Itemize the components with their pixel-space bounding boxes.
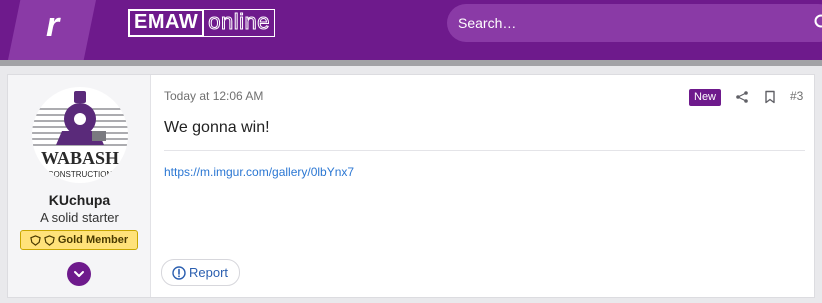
shield-icon — [44, 234, 55, 246]
avatar[interactable]: WABASH CONSTRUCTION — [32, 87, 128, 183]
avatar-image: WABASH CONSTRUCTION — [32, 91, 128, 179]
new-badge: New — [689, 89, 722, 106]
post-number[interactable]: #3 — [790, 89, 803, 103]
site-title-online: online — [204, 9, 275, 37]
search-input[interactable]: Search… — [447, 4, 822, 42]
signature-separator — [164, 150, 805, 151]
user-title: A solid starter — [40, 210, 119, 225]
badge-label: Gold Member — [57, 234, 129, 246]
bookmark-icon[interactable] — [763, 90, 777, 104]
logo-letter: r — [46, 6, 60, 44]
post: WABASH CONSTRUCTION KUchupa A solid star… — [7, 74, 815, 298]
post-author-panel: WABASH CONSTRUCTION KUchupa A solid star… — [8, 75, 151, 297]
search-placeholder: Search… — [458, 15, 517, 31]
avatar-text: WABASH — [41, 148, 119, 168]
username[interactable]: KUchupa — [8, 192, 151, 208]
info-icon — [172, 265, 186, 280]
site-logo[interactable]: r — [8, 0, 96, 60]
site-title-emaw: EMAW — [128, 9, 205, 37]
header-divider — [0, 60, 822, 66]
post-content: Today at 12:06 AM New #3 We gonna win! h… — [151, 75, 814, 297]
post-timestamp[interactable]: Today at 12:06 AM — [164, 89, 263, 103]
signature-link[interactable]: https://m.imgur.com/gallery/0lbYnx7 — [164, 165, 354, 179]
header-bar: r EMAW online Search… — [0, 0, 822, 60]
shield-icon — [30, 234, 41, 246]
site-title[interactable]: EMAW online — [128, 9, 275, 37]
chevron-down-icon — [74, 271, 84, 277]
gold-member-badge: Gold Member — [20, 230, 138, 250]
post-message: We gonna win! — [164, 119, 270, 136]
report-button[interactable]: Report — [161, 259, 241, 286]
expand-author-button[interactable] — [67, 262, 91, 286]
report-label: Report — [189, 265, 229, 280]
search-icon[interactable] — [813, 13, 822, 33]
avatar-subtext: CONSTRUCTION — [48, 170, 113, 179]
share-icon[interactable] — [735, 90, 749, 104]
